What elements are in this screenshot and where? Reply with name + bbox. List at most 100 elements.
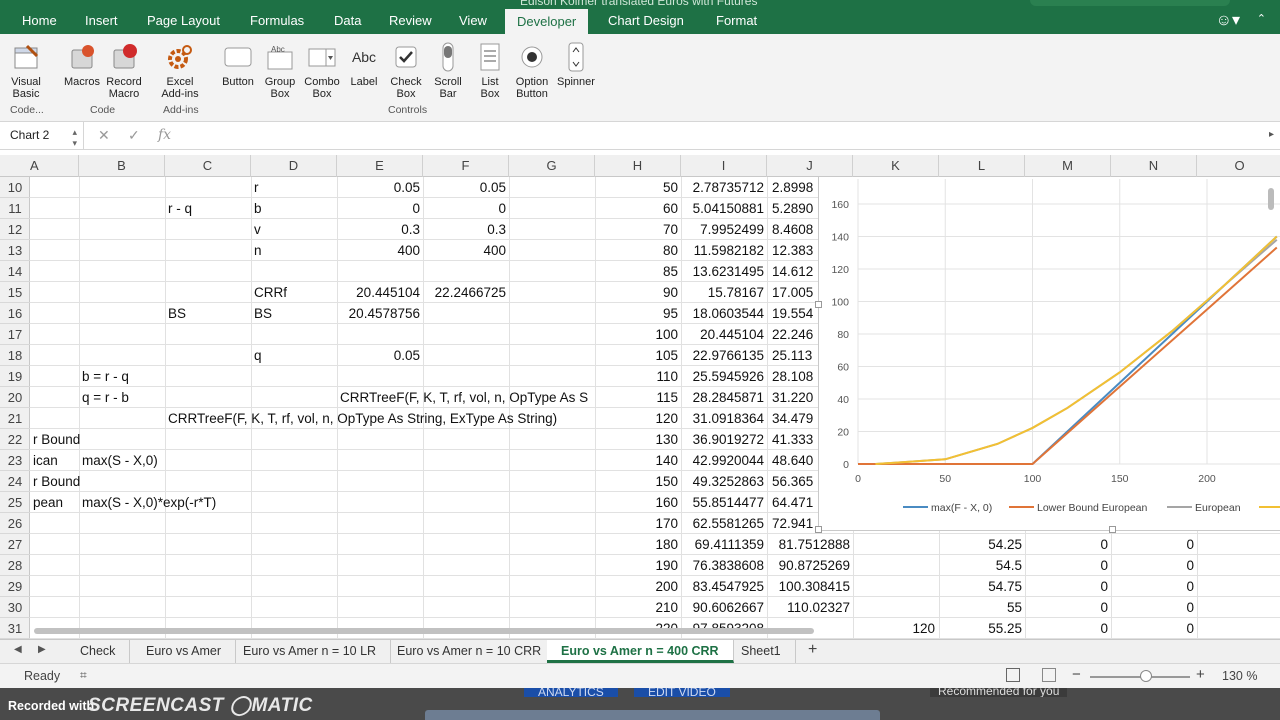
cell-h28[interactable]: 190 — [595, 555, 681, 576]
collapse-ribbon-icon[interactable]: ⌃ — [1257, 12, 1266, 25]
cell-e11[interactable]: 0 — [337, 198, 423, 219]
function-icon[interactable]: fx — [158, 127, 171, 143]
cell-b25[interactable]: max(S - X,0)*exp(-r*T) — [82, 492, 216, 513]
cell-i20[interactable]: 28.2845871 — [681, 387, 767, 408]
tab-page-layout[interactable]: Page Layout — [135, 8, 232, 34]
cell-i25[interactable]: 55.8514477 — [681, 492, 767, 513]
cell-a22[interactable]: r Bound — [33, 429, 80, 450]
cell-j29[interactable]: 100.308415 — [767, 576, 853, 597]
add-sheet-button[interactable]: + — [808, 641, 817, 659]
cell-j13[interactable]: 12.383 — [772, 240, 813, 261]
cell-h10[interactable]: 50 — [595, 177, 681, 198]
analytics-button[interactable]: ANALYTICS — [524, 688, 618, 697]
smiley-feedback-icon[interactable]: ☺▾ — [1216, 10, 1240, 30]
cell-f12[interactable]: 0.3 — [423, 219, 509, 240]
column-header-e[interactable]: E — [337, 155, 423, 177]
cell-h27[interactable]: 180 — [595, 534, 681, 555]
cell-h26[interactable]: 170 — [595, 513, 681, 534]
row-header-20[interactable]: 20 — [0, 387, 30, 408]
row-header-19[interactable]: 19 — [0, 366, 30, 387]
row-header-18[interactable]: 18 — [0, 345, 30, 366]
cell-a25[interactable]: pean — [33, 492, 63, 513]
chart-2[interactable]: 0 20 40 60 80 100 120 140 160 0 50 100 150 200 max(F -… — [815, 177, 1280, 533]
cell-j17[interactable]: 22.246 — [772, 324, 813, 345]
cell-m31[interactable]: 0 — [1025, 618, 1111, 639]
row-header-23[interactable]: 23 — [0, 450, 30, 471]
cell-j15[interactable]: 17.005 — [772, 282, 813, 303]
prev-sheet-icon[interactable]: ◀ — [14, 644, 22, 655]
cell-e16[interactable]: 20.4578756 — [337, 303, 423, 324]
tab-view[interactable]: View — [447, 8, 499, 34]
cell-h14[interactable]: 85 — [595, 261, 681, 282]
horizontal-scrollbar[interactable] — [30, 627, 820, 635]
sheet-tab-0[interactable]: Check — [66, 640, 131, 663]
cell-n30[interactable]: 0 — [1111, 597, 1197, 618]
row-header-11[interactable]: 11 — [0, 198, 30, 219]
cell-l27[interactable]: 54.25 — [939, 534, 1025, 555]
row-header-25[interactable]: 25 — [0, 492, 30, 513]
cell-h21[interactable]: 120 — [595, 408, 681, 429]
cell-i17[interactable]: 20.445104 — [681, 324, 767, 345]
cell-h25[interactable]: 160 — [595, 492, 681, 513]
column-header-o[interactable]: O — [1197, 155, 1280, 177]
cell-e13[interactable]: 400 — [337, 240, 423, 261]
expand-formula-icon[interactable]: ▸ — [1269, 129, 1274, 140]
label-control[interactable]: Abc Label — [342, 42, 386, 88]
column-header-c[interactable]: C — [165, 155, 251, 177]
chart-resize-handle[interactable] — [1109, 526, 1116, 533]
option-button-control[interactable]: Option Button — [510, 42, 554, 100]
page-layout-view-icon[interactable] — [1042, 668, 1056, 682]
cell-j16[interactable]: 19.554 — [772, 303, 813, 324]
cell-d15[interactable]: CRRf — [254, 282, 287, 303]
column-header-l[interactable]: L — [939, 155, 1025, 177]
tab-developer[interactable]: Developer — [505, 9, 589, 34]
cell-h17[interactable]: 100 — [595, 324, 681, 345]
excel-addins-button[interactable]: Excel Add-ins — [158, 42, 202, 100]
cell-i28[interactable]: 76.3838608 — [681, 555, 767, 576]
cell-m29[interactable]: 0 — [1025, 576, 1111, 597]
row-header-26[interactable]: 26 — [0, 513, 30, 534]
cell-n29[interactable]: 0 — [1111, 576, 1197, 597]
cell-c11[interactable]: r - q — [168, 198, 192, 219]
cell-j23[interactable]: 48.640 — [772, 450, 813, 471]
cell-j26[interactable]: 72.941 — [772, 513, 813, 534]
cell-j11[interactable]: 5.2890 — [772, 198, 813, 219]
cell-j28[interactable]: 90.8725269 — [767, 555, 853, 576]
button-control[interactable]: Button — [216, 42, 260, 88]
cell-j21[interactable]: 34.479 — [772, 408, 813, 429]
sheet-tab-2[interactable]: Euro vs Amer n = 10 LR — [229, 640, 392, 663]
list-box-control[interactable]: List Box — [468, 42, 512, 100]
tab-home[interactable]: Home — [10, 8, 69, 34]
combo-box-control[interactable]: Combo Box — [300, 42, 344, 100]
column-header-b[interactable]: B — [79, 155, 165, 177]
cell-i26[interactable]: 62.5581265 — [681, 513, 767, 534]
cell-h15[interactable]: 90 — [595, 282, 681, 303]
cell-a23[interactable]: ican — [33, 450, 58, 471]
cell-m27[interactable]: 0 — [1025, 534, 1111, 555]
sheet-tab-5[interactable]: Sheet1 — [727, 640, 796, 663]
cell-e20[interactable]: CRRTreeF(F, K, T, rf, vol, n, OpType As … — [340, 387, 588, 408]
sheet-tab-3[interactable]: Euro vs Amer n = 10 CRR — [383, 640, 557, 663]
name-box[interactable]: Chart 2 ▴ ▾ — [0, 122, 84, 149]
cell-h18[interactable]: 105 — [595, 345, 681, 366]
column-header-j[interactable]: J — [767, 155, 853, 177]
column-header-h[interactable]: H — [595, 155, 681, 177]
cell-h20[interactable]: 115 — [595, 387, 681, 408]
cell-h19[interactable]: 110 — [595, 366, 681, 387]
zoom-slider-knob[interactable] — [1140, 670, 1152, 682]
cell-i11[interactable]: 5.04150881 — [681, 198, 767, 219]
cell-i16[interactable]: 18.0603544 — [681, 303, 767, 324]
cell-l28[interactable]: 54.5 — [939, 555, 1025, 576]
chart-resize-handle[interactable] — [815, 526, 822, 533]
cell-h24[interactable]: 150 — [595, 471, 681, 492]
cell-i23[interactable]: 42.9920044 — [681, 450, 767, 471]
cell-e18[interactable]: 0.05 — [337, 345, 423, 366]
row-header-30[interactable]: 30 — [0, 597, 30, 618]
row-header-14[interactable]: 14 — [0, 261, 30, 282]
cell-e12[interactable]: 0.3 — [337, 219, 423, 240]
row-header-10[interactable]: 10 — [0, 177, 30, 198]
cell-i27[interactable]: 69.4111359 — [681, 534, 767, 555]
visual-basic-button[interactable]: Visual Basic — [4, 42, 48, 100]
cell-b20[interactable]: q = r - b — [82, 387, 129, 408]
normal-view-icon[interactable] — [1006, 668, 1020, 682]
